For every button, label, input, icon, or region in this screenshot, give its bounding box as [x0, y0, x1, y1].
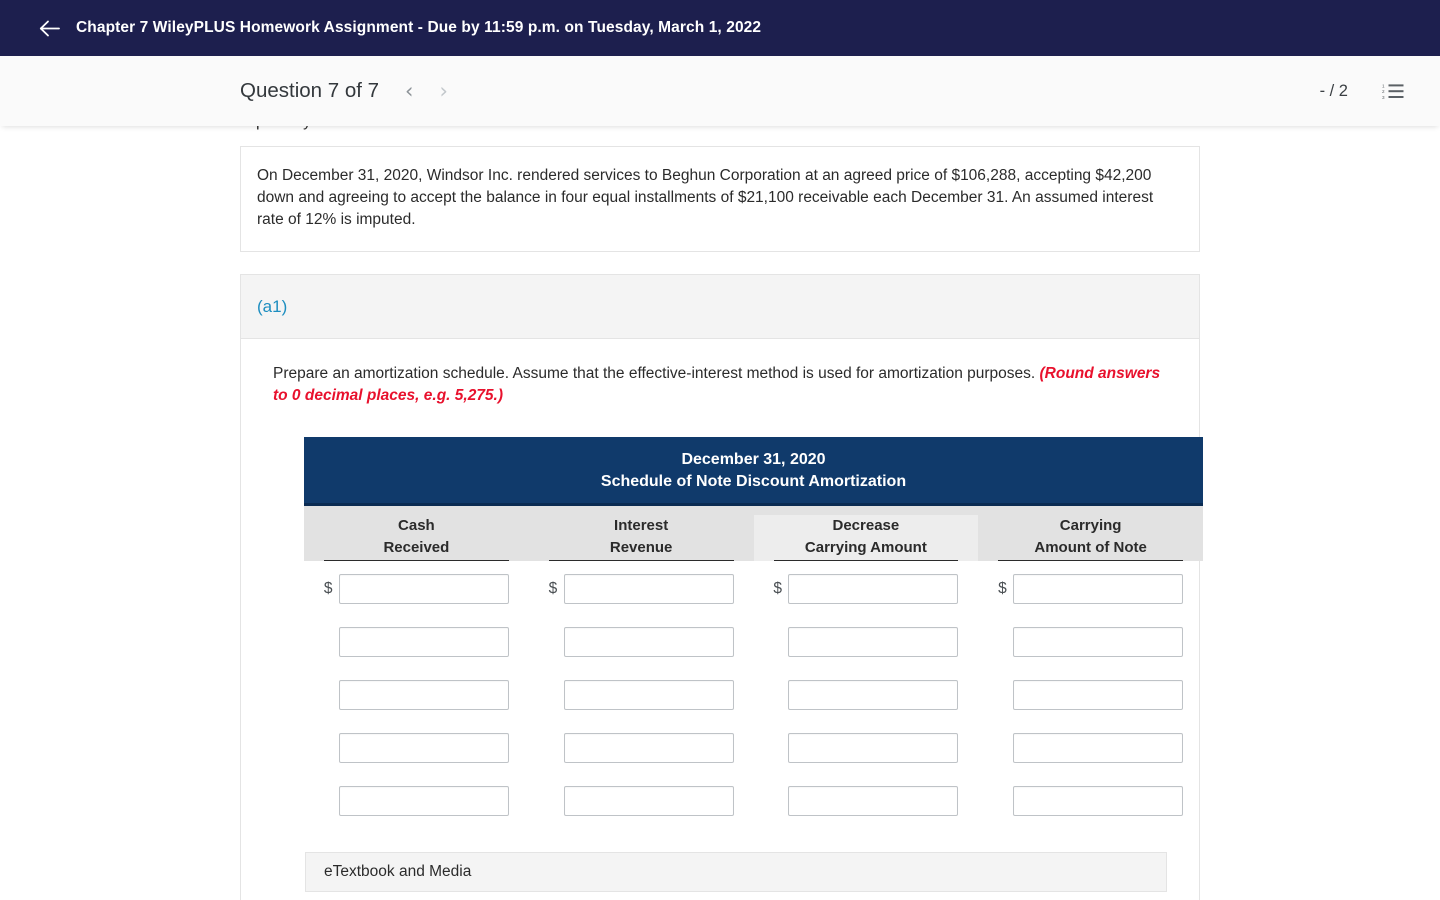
cell-carrying-amount-of-note-3: $ [978, 680, 1203, 710]
instruction-main-text: Prepare an amortization schedule. Assume… [273, 365, 1040, 382]
assignment-title: Chapter 7 WileyPLUS Homework Assignment … [76, 19, 762, 36]
col-head-line2: Carrying Amount [804, 538, 927, 556]
input-carrying-amount-of-note-2[interactable] [1013, 627, 1184, 657]
cell-cash-received-4: $ [304, 733, 529, 763]
table-row: $ $ $ $ [304, 574, 1203, 604]
cell-interest-revenue-4: $ [529, 733, 754, 763]
score-display: - / 2 [1319, 81, 1348, 100]
column-header-decrease-carrying-amount: Decrease Carrying Amount [753, 515, 979, 561]
cell-decrease-carrying-amount-1: $ [754, 574, 979, 604]
cell-cash-received-1: $ [304, 574, 529, 604]
table-row: $ $ $ $ [304, 627, 1203, 657]
currency-symbol: $ [773, 580, 782, 597]
table-row: $ $ $ $ [304, 733, 1203, 763]
cell-carrying-amount-of-note-5: $ [978, 786, 1203, 816]
question-navigation: ‹ › [405, 80, 448, 102]
input-carrying-amount-of-note-5[interactable] [1013, 786, 1184, 816]
input-decrease-carrying-amount-2[interactable] [788, 627, 959, 657]
question-counter: Question 7 of 7 [240, 79, 380, 102]
cell-interest-revenue-2: $ [529, 627, 754, 657]
input-cash-received-5[interactable] [338, 786, 509, 816]
problem-statement-card: On December 31, 2020, Windsor Inc. rende… [240, 146, 1200, 252]
schedule-column-headers: Cash Received Interest Revenue Decrease … [304, 506, 1203, 561]
schedule-title-bar: December 31, 2020 Schedule of Note Disco… [304, 437, 1203, 506]
cell-carrying-amount-of-note-1: $ [978, 574, 1203, 604]
amortization-schedule-table: December 31, 2020 Schedule of Note Disco… [304, 437, 1203, 816]
input-decrease-carrying-amount-3[interactable] [788, 680, 959, 710]
cell-cash-received-2: $ [304, 627, 529, 657]
column-underline [998, 560, 1183, 561]
chevron-left-icon[interactable]: ‹ [405, 80, 413, 102]
question-toolbar: Question 7 of 7 ‹ › - / 2 1 2 3 [0, 56, 1440, 126]
cell-decrease-carrying-amount-5: $ [754, 786, 979, 816]
input-interest-revenue-5[interactable] [563, 786, 734, 816]
col-head-line1: Interest [614, 517, 669, 534]
svg-text:3: 3 [1382, 95, 1385, 100]
col-head-line1: Decrease [832, 517, 900, 534]
input-carrying-amount-of-note-3[interactable] [1013, 680, 1184, 710]
part-a1-header: (a1) [241, 275, 1199, 339]
input-cash-received-3[interactable] [338, 680, 509, 710]
schedule-date: December 31, 2020 [681, 451, 826, 468]
schedule-heading: Schedule of Note Discount Amortization [600, 473, 907, 490]
col-head-line1: Carrying [1059, 517, 1122, 534]
currency-symbol: $ [548, 580, 558, 597]
currency-symbol: $ [323, 580, 333, 597]
cell-decrease-carrying-amount-4: $ [754, 733, 979, 763]
table-row: $ $ $ $ [304, 680, 1203, 710]
table-row: $ $ $ $ [304, 786, 1203, 816]
cell-interest-revenue-1: $ [529, 574, 754, 604]
cell-decrease-carrying-amount-2: $ [754, 627, 979, 657]
scrolled-away-text: partially visible scrolled text [256, 126, 450, 131]
input-interest-revenue-1[interactable] [563, 574, 734, 604]
cell-interest-revenue-5: $ [529, 786, 754, 816]
col-head-line1: Cash [398, 517, 435, 534]
input-cash-received-2[interactable] [338, 627, 509, 657]
part-a1-panel: (a1) Prepare an amortization schedule. A… [240, 274, 1203, 900]
input-cash-received-4[interactable] [338, 733, 509, 763]
cell-carrying-amount-of-note-4: $ [978, 733, 1203, 763]
col-head-line2: Received [383, 538, 450, 556]
column-header-interest-revenue: Interest Revenue [529, 515, 754, 561]
column-underline [548, 560, 734, 561]
column-header-cash-received: Cash Received [304, 515, 529, 561]
input-decrease-carrying-amount-4[interactable] [788, 733, 959, 763]
chevron-right-icon[interactable]: › [439, 80, 447, 102]
resource-accordions: eTextbook and Media [273, 852, 1183, 900]
input-decrease-carrying-amount-5[interactable] [788, 786, 959, 816]
column-underline [324, 560, 509, 561]
app-header-bar: Chapter 7 WileyPLUS Homework Assignment … [0, 0, 1440, 56]
ordered-list-icon[interactable]: 1 2 3 [1382, 81, 1404, 101]
back-arrow-icon[interactable] [34, 13, 64, 43]
col-head-line2: Revenue [609, 538, 673, 556]
cell-carrying-amount-of-note-2: $ [978, 627, 1203, 657]
input-carrying-amount-of-note-1[interactable] [1013, 574, 1184, 604]
input-cash-received-1[interactable] [338, 574, 509, 604]
svg-text:2: 2 [1382, 89, 1385, 94]
input-interest-revenue-4[interactable] [563, 733, 734, 763]
col-head-line2: Amount of Note [1034, 538, 1147, 556]
input-interest-revenue-2[interactable] [563, 627, 734, 657]
part-a1-body: Prepare an amortization schedule. Assume… [241, 339, 1203, 900]
input-interest-revenue-3[interactable] [563, 680, 734, 710]
column-header-carrying-amount-of-note: Carrying Amount of Note [978, 515, 1203, 561]
etextbook-and-media-label: eTextbook and Media [324, 863, 472, 880]
problem-statement-text: On December 31, 2020, Windsor Inc. rende… [257, 167, 1154, 228]
currency-symbol: $ [998, 580, 1007, 597]
cell-decrease-carrying-amount-3: $ [754, 680, 979, 710]
part-a1-instruction: Prepare an amortization schedule. Assume… [273, 363, 1163, 407]
input-decrease-carrying-amount-1[interactable] [788, 574, 959, 604]
svg-text:1: 1 [1382, 83, 1385, 88]
content-column: On December 31, 2020, Windsor Inc. rende… [240, 126, 1203, 900]
schedule-input-rows: $ $ $ $ [304, 561, 1203, 816]
part-a1-label: (a1) [257, 297, 288, 316]
column-underline [773, 560, 959, 561]
cell-interest-revenue-3: $ [529, 680, 754, 710]
cell-cash-received-3: $ [304, 680, 529, 710]
question-content-scroll-area[interactable]: partially visible scrolled text On Decem… [0, 126, 1440, 900]
etextbook-and-media-accordion[interactable]: eTextbook and Media [305, 852, 1167, 892]
cell-cash-received-5: $ [304, 786, 529, 816]
input-carrying-amount-of-note-4[interactable] [1013, 733, 1184, 763]
